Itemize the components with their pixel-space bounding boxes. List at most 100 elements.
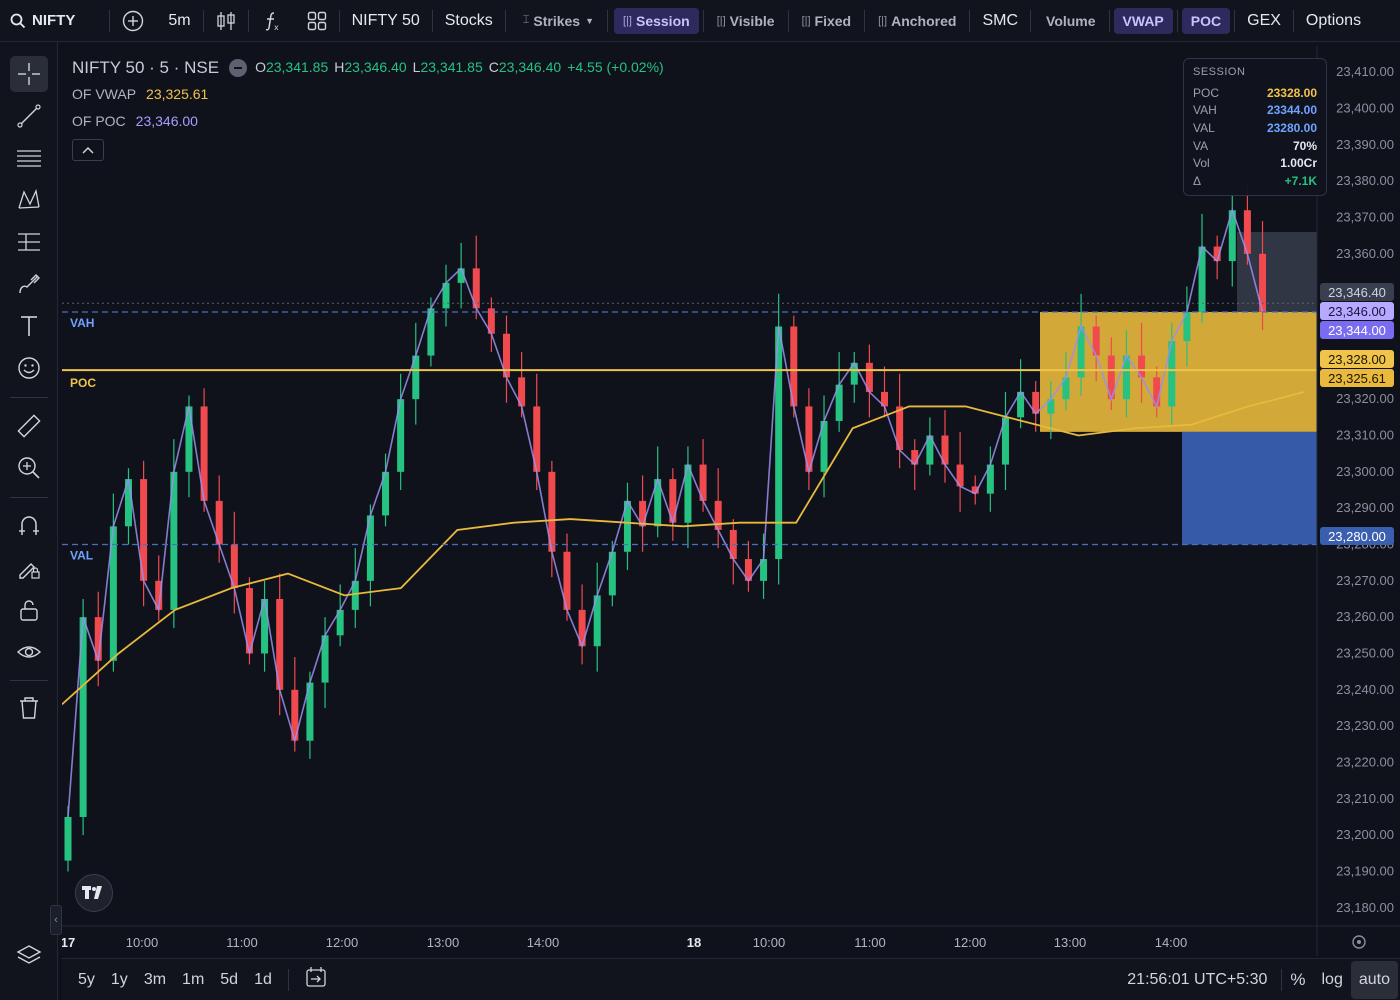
session-key: VA [1193,138,1209,153]
range-1y-button[interactable]: 1y [103,971,136,989]
session-key: Vol [1193,156,1210,171]
vwap-legend-row[interactable]: OF VWAP 23,325.61 [72,81,670,108]
vwap-button[interactable]: VWAP [1113,7,1173,34]
fixed-profile-button[interactable]: [|] Fixed [793,8,861,34]
visible-profile-button[interactable]: [|] Visible [708,8,784,34]
chart-legend: NIFTY 50 · 5 · NSE O23,341.85 H23,346.40… [72,54,670,161]
price-tick-label: 23,260.00 [1336,609,1394,624]
time-tick-label: 10:00 [753,935,786,950]
price-tick-label: 23,320.00 [1336,391,1394,406]
index-button[interactable]: NIFTY 50 [340,0,432,42]
price-tick-label: 23,300.00 [1336,464,1394,479]
range-3m-button[interactable]: 3m [136,971,174,989]
price-tick-label: 23,380.00 [1336,173,1394,188]
legend-symbol[interactable]: NIFTY 50 · 5 · NSE [72,54,219,81]
measure-tool[interactable] [10,408,48,444]
poc-legend-row[interactable]: OF POC 23,346.00 [72,108,670,135]
ruler-icon [17,414,41,438]
vwap-legend-label: OF VWAP [72,86,137,102]
price-tick-label: 23,230.00 [1336,718,1394,733]
top-toolbar: NIFTY 5m x NIFTY 50 Stocks ⌶ Strikes ▼ [… [0,0,1400,42]
volume-button[interactable]: Volume [1037,8,1105,34]
pattern-tool[interactable] [10,182,48,218]
bracket-icon: [|] [801,14,811,27]
indicator-lines [62,207,1305,818]
text-tool[interactable] [10,308,48,344]
compare-add-button[interactable] [110,0,156,42]
gex-button[interactable]: GEX [1235,0,1293,42]
session-profile-button[interactable]: [|] Session [614,7,699,34]
magnet-tool[interactable] [10,508,48,544]
legend-low: L23,341.85 [413,54,483,81]
poc-button[interactable]: POC [1181,7,1231,34]
price-tick-label: 23,400.00 [1336,101,1394,116]
collapse-legend-button[interactable] [72,139,104,161]
session-value: +7.1K [1284,173,1317,188]
vah-label: VAH [70,316,94,330]
divider [702,9,704,32]
remove-drawings-tool[interactable] [10,690,48,726]
time-tick-label: 11:00 [854,935,886,950]
session-key: VAH [1193,103,1217,118]
brush-tool[interactable] [10,266,48,302]
percent-scale-button[interactable]: % [1282,970,1313,990]
options-button[interactable]: Options [1294,0,1373,42]
axis-settings-icon [1352,935,1366,949]
candle-body [64,817,72,861]
candles [64,184,1267,872]
time-tick-label: 18 [687,935,701,950]
stocks-button[interactable]: Stocks [433,0,505,42]
smc-button[interactable]: SMC [970,0,1030,42]
price-tick-label: 23,270.00 [1336,573,1394,588]
session-value: 1.00Cr [1280,156,1317,171]
session-row: Δ +7.1K [1193,172,1317,190]
magnet-icon [19,516,39,535]
anchored-profile-button[interactable]: [|] Anchored [869,8,965,34]
session-value: 23280.00 [1266,120,1317,135]
strikes-dropdown[interactable]: ⌶ Strikes ▼ [514,8,603,34]
layouts-button[interactable] [295,0,339,42]
object-tree-button[interactable] [10,938,48,974]
poc-legend-value: 23,346.00 [135,113,198,129]
crosshair-tool[interactable] [10,56,48,92]
trendline-tool[interactable] [10,98,48,134]
timezone-clock[interactable]: 21:56:01 UTC+5:30 [1119,971,1281,989]
session-key: Δ [1193,173,1202,188]
eye-icon [16,646,42,658]
stay-in-drawing-tool[interactable] [10,550,48,586]
low-value: 23,341.85 [420,59,483,75]
vwap-price-tag: 23,325.61 [1320,369,1394,387]
session-row: VAL 23280.00 [1193,119,1317,137]
go-to-date-button[interactable] [297,966,337,993]
session-panel-header: SESSION [1193,66,1246,78]
zoom-tool[interactable] [10,450,48,486]
smiley-icon [18,357,40,379]
interval-button[interactable]: 5m [156,0,202,42]
tradingview-logo[interactable] [75,874,113,912]
lock-drawings-tool[interactable] [10,592,48,628]
hide-drawings-tool[interactable] [10,634,48,670]
symbol-search-button[interactable]: NIFTY [0,0,87,42]
pattern-icon [18,188,40,209]
brush-icon [19,274,40,294]
range-1d-button[interactable]: 1d [246,971,280,989]
chart-type-button[interactable] [204,0,248,42]
session-label: Session [635,12,690,29]
indicators-button[interactable]: x [249,0,295,42]
price-tick-label: 23,180.00 [1336,900,1394,915]
auto-scale-button[interactable]: auto [1350,961,1398,999]
range-1m-button[interactable]: 1m [174,971,212,989]
range-5d-button[interactable]: 5d [212,971,246,989]
divider [1176,9,1178,32]
function-icon: x [265,11,279,32]
forecast-tool[interactable] [10,224,48,260]
emoji-tool[interactable] [10,350,48,386]
log-scale-button[interactable]: log [1314,971,1351,989]
collapse-sidebar-button[interactable]: ‹ [50,905,62,935]
session-value: 23344.00 [1266,103,1317,118]
fib-tool[interactable] [10,140,48,176]
anchored-label: Anchored [891,12,957,29]
range-5y-button[interactable]: 5y [70,971,103,989]
unlock-icon [20,600,38,621]
strikes-icon: ⌶ [522,14,530,26]
